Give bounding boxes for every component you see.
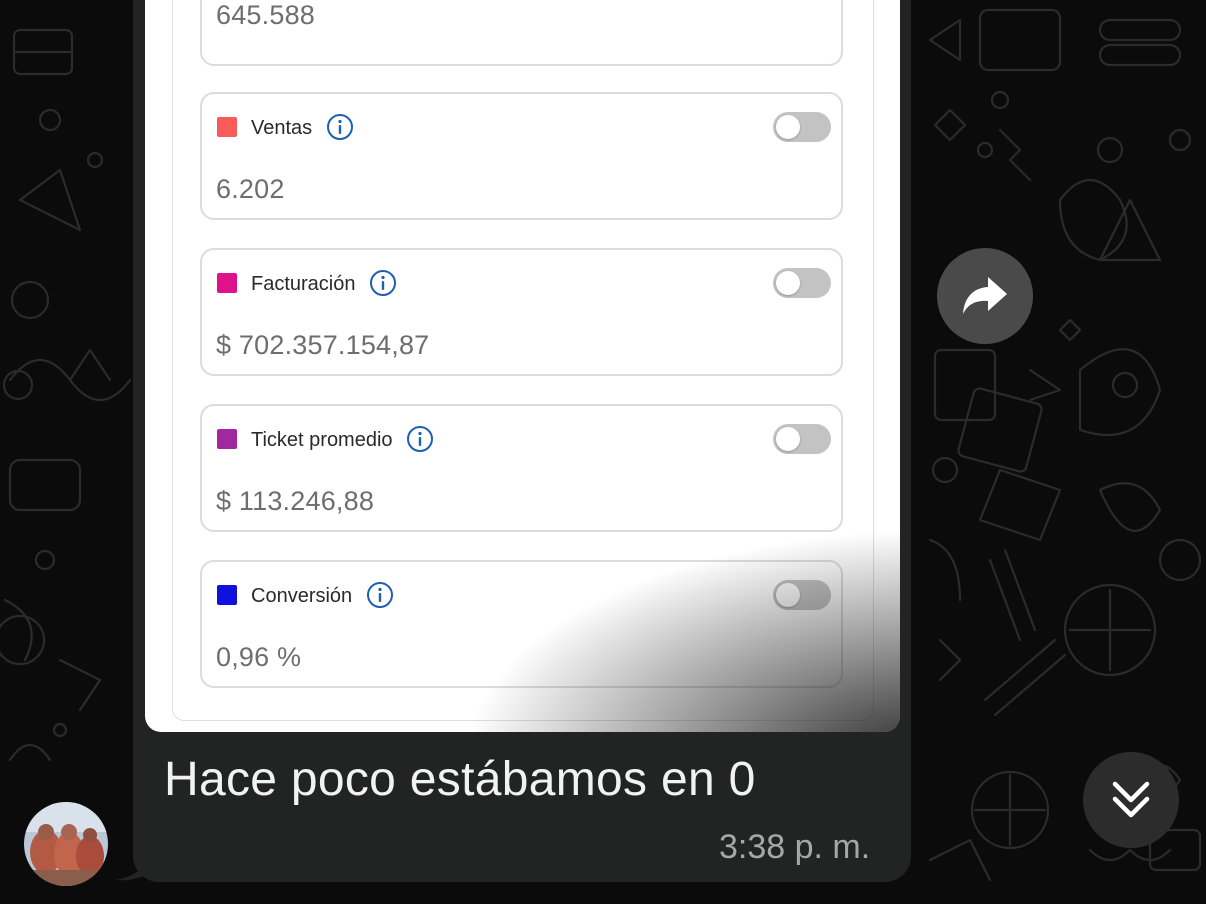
- metric-label: Facturación: [251, 269, 397, 297]
- message-text: Hace poco estábamos en 0: [164, 753, 756, 806]
- toggle-knob: [776, 583, 800, 607]
- avatar[interactable]: [24, 802, 108, 886]
- metric-label: Conversión: [251, 581, 394, 609]
- info-icon[interactable]: [406, 425, 434, 453]
- metric-card: 645.588: [200, 0, 843, 66]
- metric-value: 645.588: [216, 0, 315, 30]
- forward-button[interactable]: [937, 248, 1033, 344]
- metric-value: 0,96 %: [216, 642, 302, 672]
- metric-value: $ 113.246,88: [216, 486, 375, 516]
- metric-color-swatch: [217, 429, 237, 449]
- info-icon[interactable]: [326, 113, 354, 141]
- metric-label-text: Conversión: [251, 584, 353, 607]
- metric-value: $ 702.357.154,87: [216, 330, 430, 360]
- metric-toggle[interactable]: [773, 424, 831, 454]
- toggle-knob: [776, 271, 800, 295]
- metric-toggle[interactable]: [773, 112, 831, 142]
- metric-card-facturacion: Facturación $ 702.357.154,87: [200, 248, 843, 376]
- double-chevron-down-icon: [1112, 781, 1150, 818]
- metric-color-swatch: [217, 117, 237, 137]
- metric-card-conversion: Conversión 0,96 %: [200, 560, 843, 688]
- metric-label-text: Facturación: [251, 272, 356, 295]
- bubble-tail: [116, 852, 152, 881]
- scroll-to-bottom-button[interactable]: [1083, 752, 1179, 848]
- toggle-knob: [776, 115, 800, 139]
- metric-label-text: Ticket promedio: [251, 428, 393, 451]
- message-timestamp: 3:38 p. m.: [719, 828, 871, 866]
- toggle-knob: [776, 427, 800, 451]
- avatar-photo: [24, 802, 108, 886]
- metric-value: 6.202: [216, 174, 285, 204]
- attached-screenshot[interactable]: 645.588 Ventas 6.202 Facturación $ 702.3…: [145, 0, 900, 732]
- info-icon[interactable]: [366, 581, 394, 609]
- metric-color-swatch: [217, 585, 237, 605]
- metric-card-ventas: Ventas 6.202: [200, 92, 843, 220]
- forward-arrow-icon: [963, 277, 1007, 314]
- metric-label: Ticket promedio: [251, 425, 434, 453]
- metric-toggle[interactable]: [773, 268, 831, 298]
- metric-toggle[interactable]: [773, 580, 831, 610]
- metric-label: Ventas: [251, 113, 354, 141]
- info-icon[interactable]: [369, 269, 397, 297]
- metric-color-swatch: [217, 273, 237, 293]
- metric-card-ticket-promedio: Ticket promedio $ 113.246,88: [200, 404, 843, 532]
- metric-label-text: Ventas: [251, 116, 313, 139]
